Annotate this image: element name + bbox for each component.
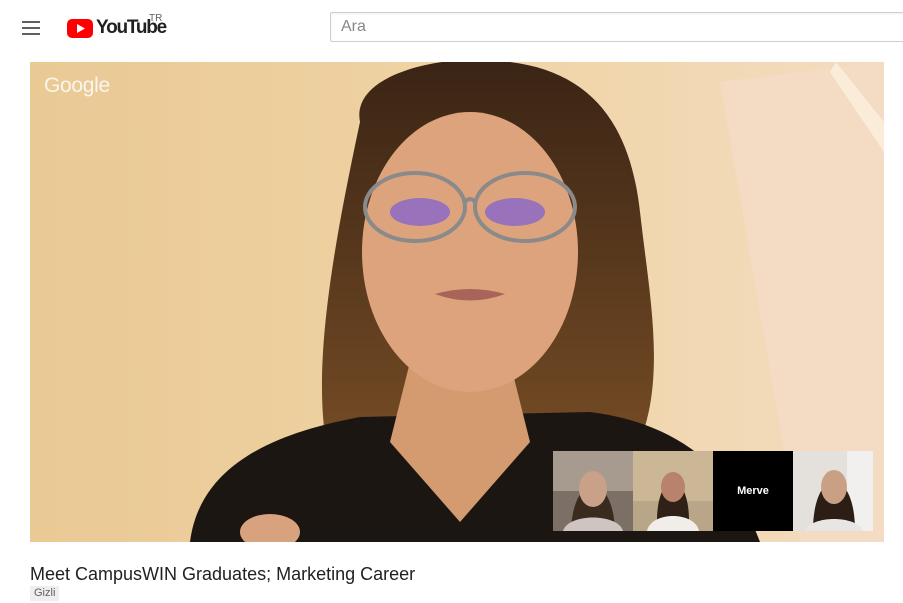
youtube-play-icon [67,18,93,38]
participant-thumbnail[interactable] [793,451,873,531]
participant-name [553,451,633,531]
guide-menu-icon[interactable] [13,12,49,44]
participant-filmstrip: Merve [553,451,873,531]
video-player[interactable]: Google Merve [30,62,884,542]
participant-thumbnail[interactable] [633,451,713,531]
participant-name: Merve [737,485,769,497]
country-code: TR [149,13,163,24]
participant-thumbnail[interactable] [553,451,633,531]
video-title: Meet CampusWIN Graduates; Marketing Care… [30,564,416,584]
youtube-logo[interactable]: YouTube TR [67,13,167,40]
search-input[interactable] [330,12,903,42]
google-watermark: Google [44,74,110,97]
participant-name [793,451,873,531]
privacy-badge: Gizli [30,586,60,601]
participant-thumbnail[interactable]: Merve [713,451,793,531]
participant-name [633,451,713,531]
masthead: YouTube TR [0,0,903,56]
